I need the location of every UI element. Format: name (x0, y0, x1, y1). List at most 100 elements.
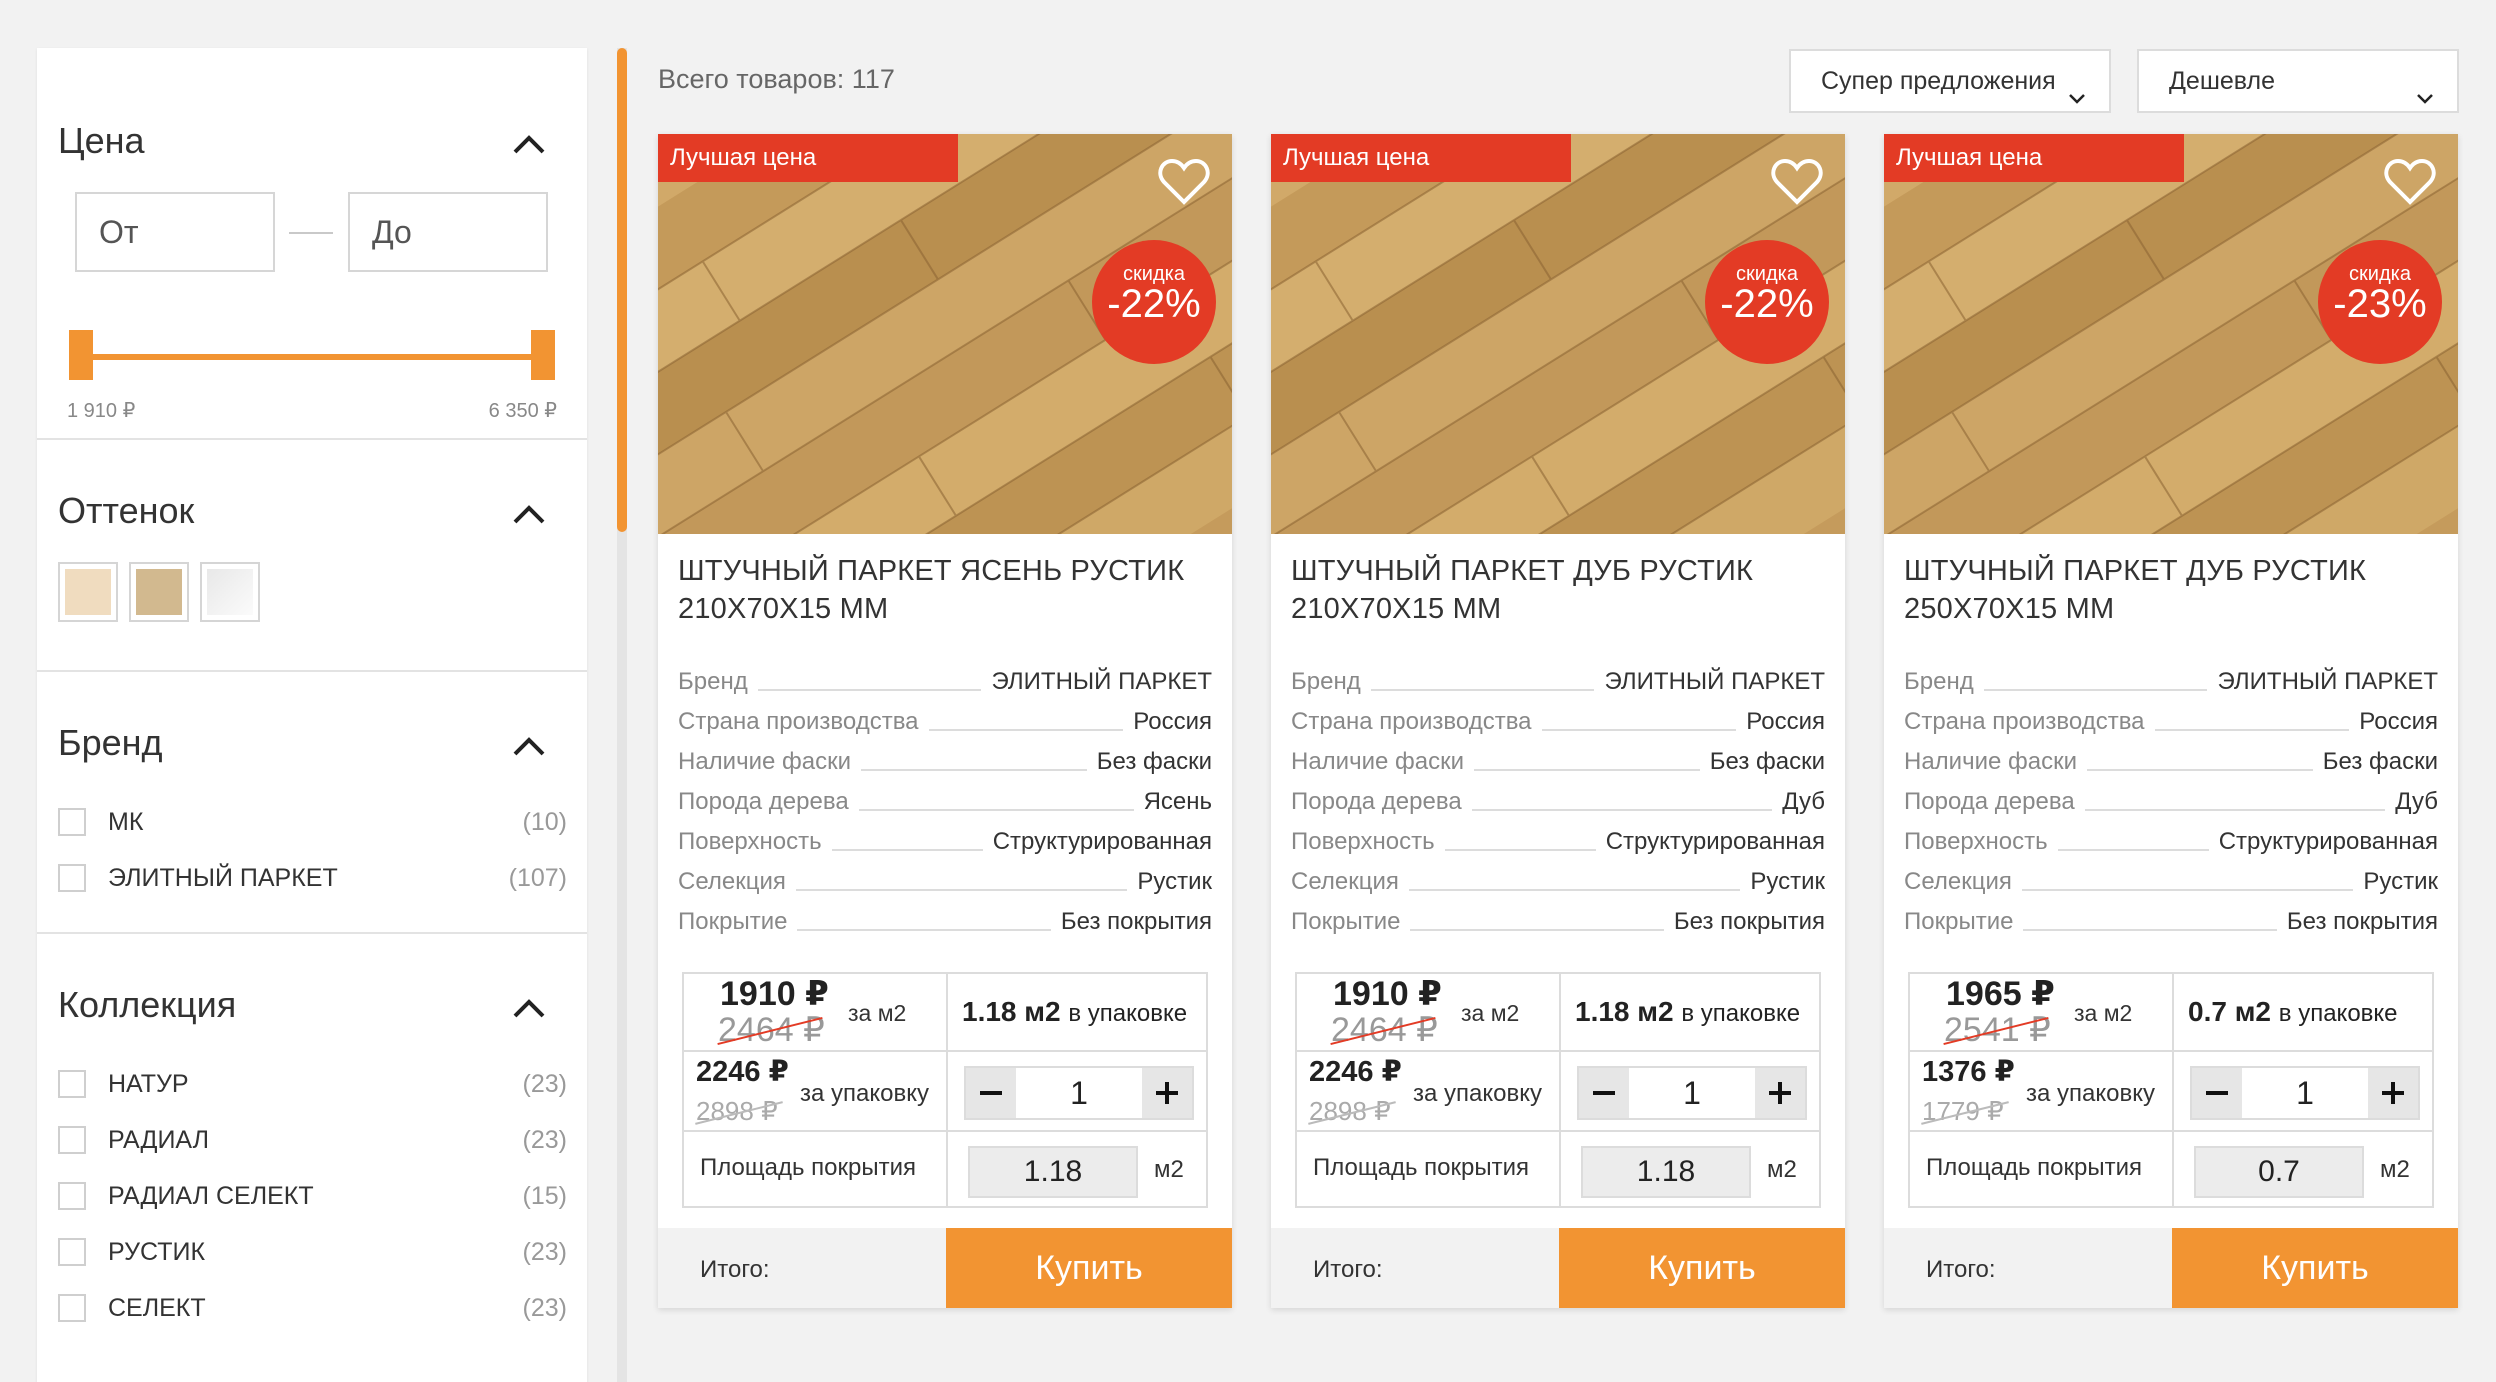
spec-row: Покрытие Без покрытия (1291, 908, 1825, 940)
spec-leader (757, 677, 982, 691)
heart-icon[interactable] (2384, 158, 2436, 206)
spec-value: Структурированная (992, 828, 1212, 855)
price-slider-max-handle[interactable] (531, 330, 555, 380)
product-title-line: ШТУЧНЫЙ ПАРКЕТ ДУБ РУСТИК (1291, 555, 1754, 587)
discount-label: скидка (1123, 263, 1185, 285)
spec-row: Селекция Рустик (1904, 868, 2438, 900)
shade-swatch-light[interactable] (58, 562, 118, 622)
spec-leader (2023, 917, 2277, 931)
spec-key: Покрытие (1904, 908, 2014, 935)
checkbox[interactable] (58, 864, 86, 892)
swatch-fill (207, 569, 253, 615)
scrollbar-thumb[interactable] (617, 48, 627, 532)
quantity-input[interactable]: 1 (2242, 1068, 2368, 1118)
collection-option[interactable]: РАДИАЛ (23) (58, 1118, 567, 1158)
spec-key: Наличие фаски (678, 748, 852, 775)
chevron-up-icon[interactable] (511, 728, 547, 764)
product-card[interactable]: Лучшая цена скидка -23% ШТУЧНЫЙ ПАРКЕТ Д… (1884, 134, 2458, 1308)
spec-row: Страна производства Россия (1291, 708, 1825, 740)
spec-row: Страна производства Россия (1904, 708, 2438, 740)
checkbox[interactable] (58, 1126, 86, 1154)
price-from-input[interactable]: От (75, 192, 275, 272)
price-filter-title: Цена (58, 120, 145, 161)
spec-leader (2154, 717, 2350, 731)
plus-button[interactable] (1755, 1068, 1805, 1118)
price-to-input[interactable]: До (348, 192, 548, 272)
checkbox[interactable] (58, 1294, 86, 1322)
pack-unit-label: за упаковку (800, 1080, 929, 1107)
spec-row: Поверхность Структурированная (1291, 828, 1825, 860)
product-card[interactable]: Лучшая цена скидка -22% ШТУЧНЫЙ ПАРКЕТ Д… (1271, 134, 1845, 1308)
collection-filter: Коллекция НАТУР (23) РАДИАЛ (23) РАДИАЛ … (37, 934, 587, 1382)
chevron-up-icon[interactable] (511, 496, 547, 532)
product-card[interactable]: Лучшая цена скидка -22% ШТУЧНЫЙ ПАРКЕТ Я… (658, 134, 1232, 1308)
plus-icon (1769, 1082, 1791, 1104)
minus-button[interactable] (2192, 1068, 2242, 1118)
sort-select-value: Дешевле (2169, 67, 2275, 95)
spec-row: Поверхность Структурированная (1904, 828, 2438, 860)
collection-option-label: НАТУР (108, 1070, 189, 1098)
offers-select[interactable]: Супер предложения (1789, 49, 2111, 113)
product-title[interactable]: ШТУЧНЫЙ ПАРКЕТ ДУБ РУСТИК 210Х70Х15 ММ (1291, 552, 1831, 628)
shade-swatch-white[interactable] (200, 562, 260, 622)
collection-option-label: СЕЛЕКТ (108, 1294, 206, 1322)
heart-icon[interactable] (1771, 158, 1823, 206)
chevron-up-icon[interactable] (511, 990, 547, 1026)
coverage-area-input[interactable]: 0.7 (2194, 1146, 2364, 1198)
product-image[interactable]: Лучшая цена скидка -22% (658, 134, 1232, 534)
checkbox[interactable] (58, 1070, 86, 1098)
grid-divider (1297, 1130, 1819, 1132)
minus-button[interactable] (966, 1068, 1016, 1118)
plus-button[interactable] (1142, 1068, 1192, 1118)
pack-size: 1.18 м2 в упаковке (1575, 996, 1800, 1028)
brand-option[interactable]: ЭЛИТНЫЙ ПАРКЕТ (107) (58, 856, 567, 896)
product-title[interactable]: ШТУЧНЫЙ ПАРКЕТ ЯСЕНЬ РУСТИК 210Х70Х15 ММ (678, 552, 1218, 628)
total-bar: Итого: Купить (1884, 1228, 2458, 1308)
coverage-area-input[interactable]: 1.18 (968, 1146, 1138, 1198)
checkbox[interactable] (58, 808, 86, 836)
spec-value: Россия (2359, 708, 2438, 735)
spec-leader (2084, 797, 2386, 811)
discount-badge: скидка -23% (2318, 240, 2442, 364)
quantity-input[interactable]: 1 (1629, 1068, 1755, 1118)
spec-key: Покрытие (1291, 908, 1401, 935)
brand-option[interactable]: МК (10) (58, 800, 567, 840)
collection-option[interactable]: СЕЛЕКТ (23) (58, 1286, 567, 1326)
brand-filter: Бренд МК (10) ЭЛИТНЫЙ ПАРКЕТ (107) (37, 672, 587, 934)
price-unit-label: за м2 (848, 1000, 907, 1026)
spec-value: Без фаски (1709, 748, 1825, 775)
buy-button[interactable]: Купить (1559, 1228, 1845, 1308)
collection-option[interactable]: РАДИАЛ СЕЛЕКТ (15) (58, 1174, 567, 1214)
swatch-fill (136, 569, 182, 615)
sort-select[interactable]: Дешевле (2137, 49, 2459, 113)
spec-leader (831, 837, 983, 851)
price-slider-min-handle[interactable] (69, 330, 93, 380)
quantity-input[interactable]: 1 (1016, 1068, 1142, 1118)
spec-value: Рустик (1750, 868, 1825, 895)
total-label: Итого: (700, 1256, 770, 1283)
minus-button[interactable] (1579, 1068, 1629, 1118)
discount-percent: -23% (2333, 282, 2427, 326)
product-image[interactable]: Лучшая цена скидка -22% (1271, 134, 1845, 534)
price-slider-track[interactable] (73, 354, 545, 360)
product-image[interactable]: Лучшая цена скидка -23% (1884, 134, 2458, 534)
collection-option[interactable]: НАТУР (23) (58, 1062, 567, 1102)
shade-swatch-natural[interactable] (129, 562, 189, 622)
chevron-up-icon[interactable] (511, 126, 547, 162)
spec-row: Селекция Рустик (1291, 868, 1825, 900)
buy-button[interactable]: Купить (2172, 1228, 2458, 1308)
buy-button[interactable]: Купить (946, 1228, 1232, 1308)
checkbox[interactable] (58, 1182, 86, 1210)
product-title[interactable]: ШТУЧНЫЙ ПАРКЕТ ДУБ РУСТИК 250Х70Х15 ММ (1904, 552, 2444, 628)
discount-badge: скидка -22% (1705, 240, 1829, 364)
coverage-area-input[interactable]: 1.18 (1581, 1146, 1751, 1198)
spec-row: Наличие фаски Без фаски (1904, 748, 2438, 780)
checkbox[interactable] (58, 1238, 86, 1266)
spec-leader (2087, 757, 2313, 771)
collection-option[interactable]: РУСТИК (23) (58, 1230, 567, 1270)
spec-key: Страна производства (678, 708, 919, 735)
plus-button[interactable] (2368, 1068, 2418, 1118)
price-grid: 1910 ₽ 2464 ₽ за м2 2246 ₽ 2898 ₽ за упа… (1295, 972, 1821, 1208)
price-per-pack: 2246 ₽ (696, 1056, 789, 1088)
heart-icon[interactable] (1158, 158, 1210, 206)
